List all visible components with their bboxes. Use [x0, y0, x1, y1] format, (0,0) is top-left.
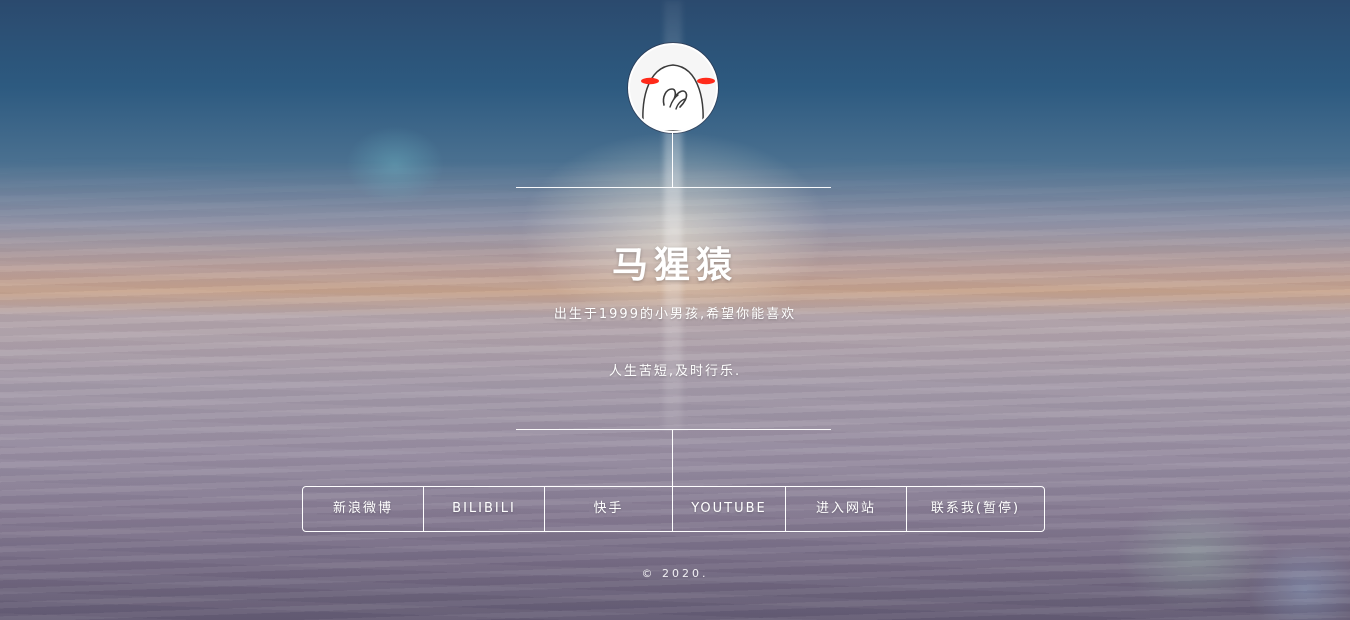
footer-copyright: © 2020.	[641, 567, 709, 580]
avatar	[628, 43, 718, 133]
tagline: 出生于1999的小男孩,希望你能喜欢	[553, 307, 797, 322]
motto: 人生苦短,及时行乐.	[608, 364, 742, 379]
nav-link-bilibili[interactable]: BILIBILI	[424, 487, 545, 531]
divider-top	[516, 187, 831, 188]
nav-bar: 新浪微博 BILIBILI 快手 YOUTUBE 进入网站 联系我(暂停)	[302, 486, 1045, 532]
nav-link-youtube[interactable]: YOUTUBE	[673, 487, 786, 531]
nav-link-contact[interactable]: 联系我(暂停)	[907, 487, 1044, 531]
page-title: 马猩猿	[611, 245, 738, 286]
blushing-face-icon	[630, 45, 716, 131]
connector-line-top	[672, 132, 673, 188]
nav-link-kuaishou[interactable]: 快手	[545, 487, 673, 531]
nav-link-weibo[interactable]: 新浪微博	[303, 487, 424, 531]
divider-bottom	[516, 429, 831, 430]
connector-line-bottom	[672, 430, 673, 487]
nav-link-enter-site[interactable]: 进入网站	[786, 487, 907, 531]
